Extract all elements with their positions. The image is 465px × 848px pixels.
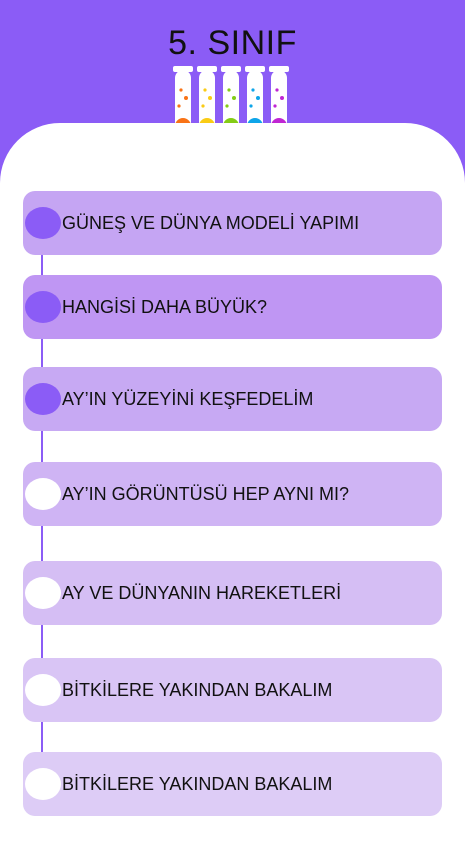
lesson-item[interactable]: AY VE DÜNYANIN HAREKETLERİ [23,561,442,625]
progress-dot [25,291,61,323]
lesson-label: AY VE DÜNYANIN HAREKETLERİ [62,583,342,603]
lesson-item[interactable]: GÜNEŞ VE DÜNYA MODELİ YAPIMI [23,191,442,255]
progress-dot [25,383,61,415]
lesson-item[interactable]: HANGİSİ DAHA BÜYÜK? [23,275,442,339]
page-title: 5. SINIF [168,24,297,62]
lesson-label: AY’IN YÜZEYİNİ KEŞFEDELİM [62,389,314,409]
lesson-label: AY’IN GÖRÜNTÜSÜ HEP AYNI MI? [62,484,350,504]
lesson-item[interactable]: BİTKİLERE YAKINDAN BAKALIM [23,658,442,722]
progress-dot [25,674,61,706]
lesson-item[interactable]: AY’IN GÖRÜNTÜSÜ HEP AYNI MI? [23,462,442,526]
progress-dot [25,478,61,510]
progress-dot [25,577,61,609]
lesson-item[interactable]: BİTKİLERE YAKINDAN BAKALIM [23,752,442,816]
lesson-label: HANGİSİ DAHA BÜYÜK? [62,297,268,317]
lesson-item[interactable]: AY’IN YÜZEYİNİ KEŞFEDELİM [23,367,442,431]
lesson-label: BİTKİLERE YAKINDAN BAKALIM [62,774,333,794]
lesson-label: BİTKİLERE YAKINDAN BAKALIM [62,680,333,700]
progress-dot [25,768,61,800]
lesson-label: GÜNEŞ VE DÜNYA MODELİ YAPIMI [62,213,360,233]
progress-dot [25,207,61,239]
